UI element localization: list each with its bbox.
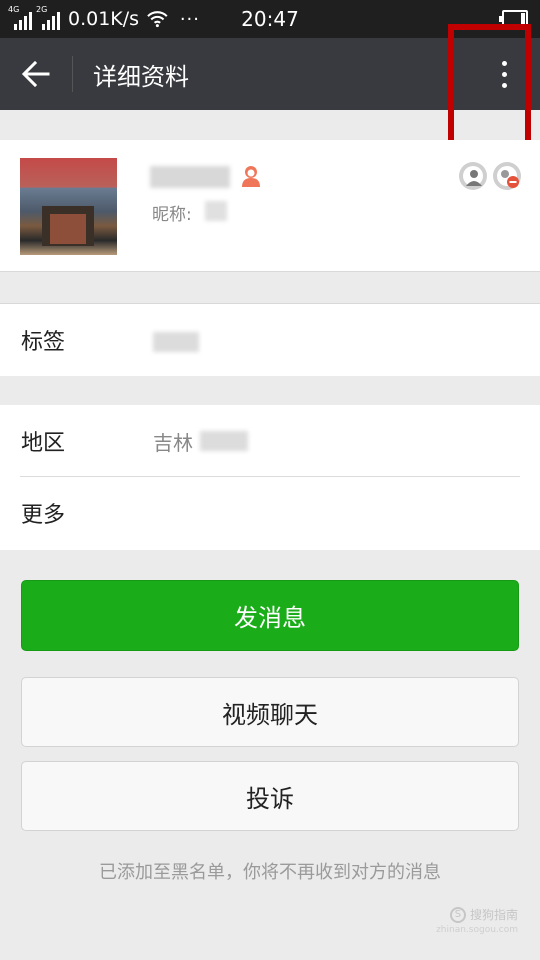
tag-label: 标签 — [21, 330, 66, 355]
send-message-button[interactable]: 发消息 — [21, 580, 519, 651]
region-row: 地区 吉林 — [0, 405, 540, 477]
arrow-left-icon — [22, 61, 50, 87]
tag-row[interactable]: 标签 — [0, 304, 540, 376]
avatar[interactable] — [20, 158, 117, 255]
region-detail-blurred — [200, 431, 248, 451]
signal-4g-icon: 4G — [8, 5, 32, 30]
tag-value-blurred — [153, 332, 199, 352]
blacklist-ring-icon[interactable] — [492, 161, 522, 191]
nickname-blurred — [205, 201, 227, 221]
notification-more-icon: ··· — [179, 8, 200, 30]
region-value: 吉林 — [153, 430, 193, 455]
contact-name-blurred — [150, 166, 230, 188]
nav-divider — [72, 56, 73, 92]
blacklist-notice: 已添加至黑名单，你将不再收到对方的消息 — [99, 862, 441, 883]
report-button[interactable]: 投诉 — [21, 761, 519, 831]
nickname-label: 昵称: — [152, 205, 192, 225]
region-label: 地区 — [21, 431, 66, 456]
network-speed: 0.01K/s — [68, 8, 140, 30]
highlight-annotation — [448, 24, 531, 148]
female-icon — [242, 166, 260, 187]
contact-ring-icon[interactable] — [458, 161, 488, 191]
signal-2g-icon: 2G — [36, 5, 60, 30]
tag-section: 标签 — [0, 303, 540, 376]
watermark-text: 搜狗指南 — [469, 908, 518, 922]
video-chat-button[interactable]: 视频聊天 — [21, 677, 519, 747]
page-title: 详细资料 — [93, 62, 189, 91]
back-button[interactable] — [0, 38, 72, 110]
wifi-icon — [147, 11, 168, 28]
watermark: S 搜狗指南 — [449, 906, 518, 923]
more-label: 更多 — [21, 503, 66, 528]
profile-card — [0, 140, 540, 272]
watermark-url: zhinan.sogou.com — [436, 925, 518, 935]
more-row[interactable]: 更多 — [0, 477, 540, 549]
network-type-label: 4G — [8, 5, 20, 14]
network-type-label: 2G — [36, 5, 48, 14]
info-section: 地区 吉林 更多 — [0, 405, 540, 550]
sogou-logo-icon: S — [449, 906, 466, 923]
